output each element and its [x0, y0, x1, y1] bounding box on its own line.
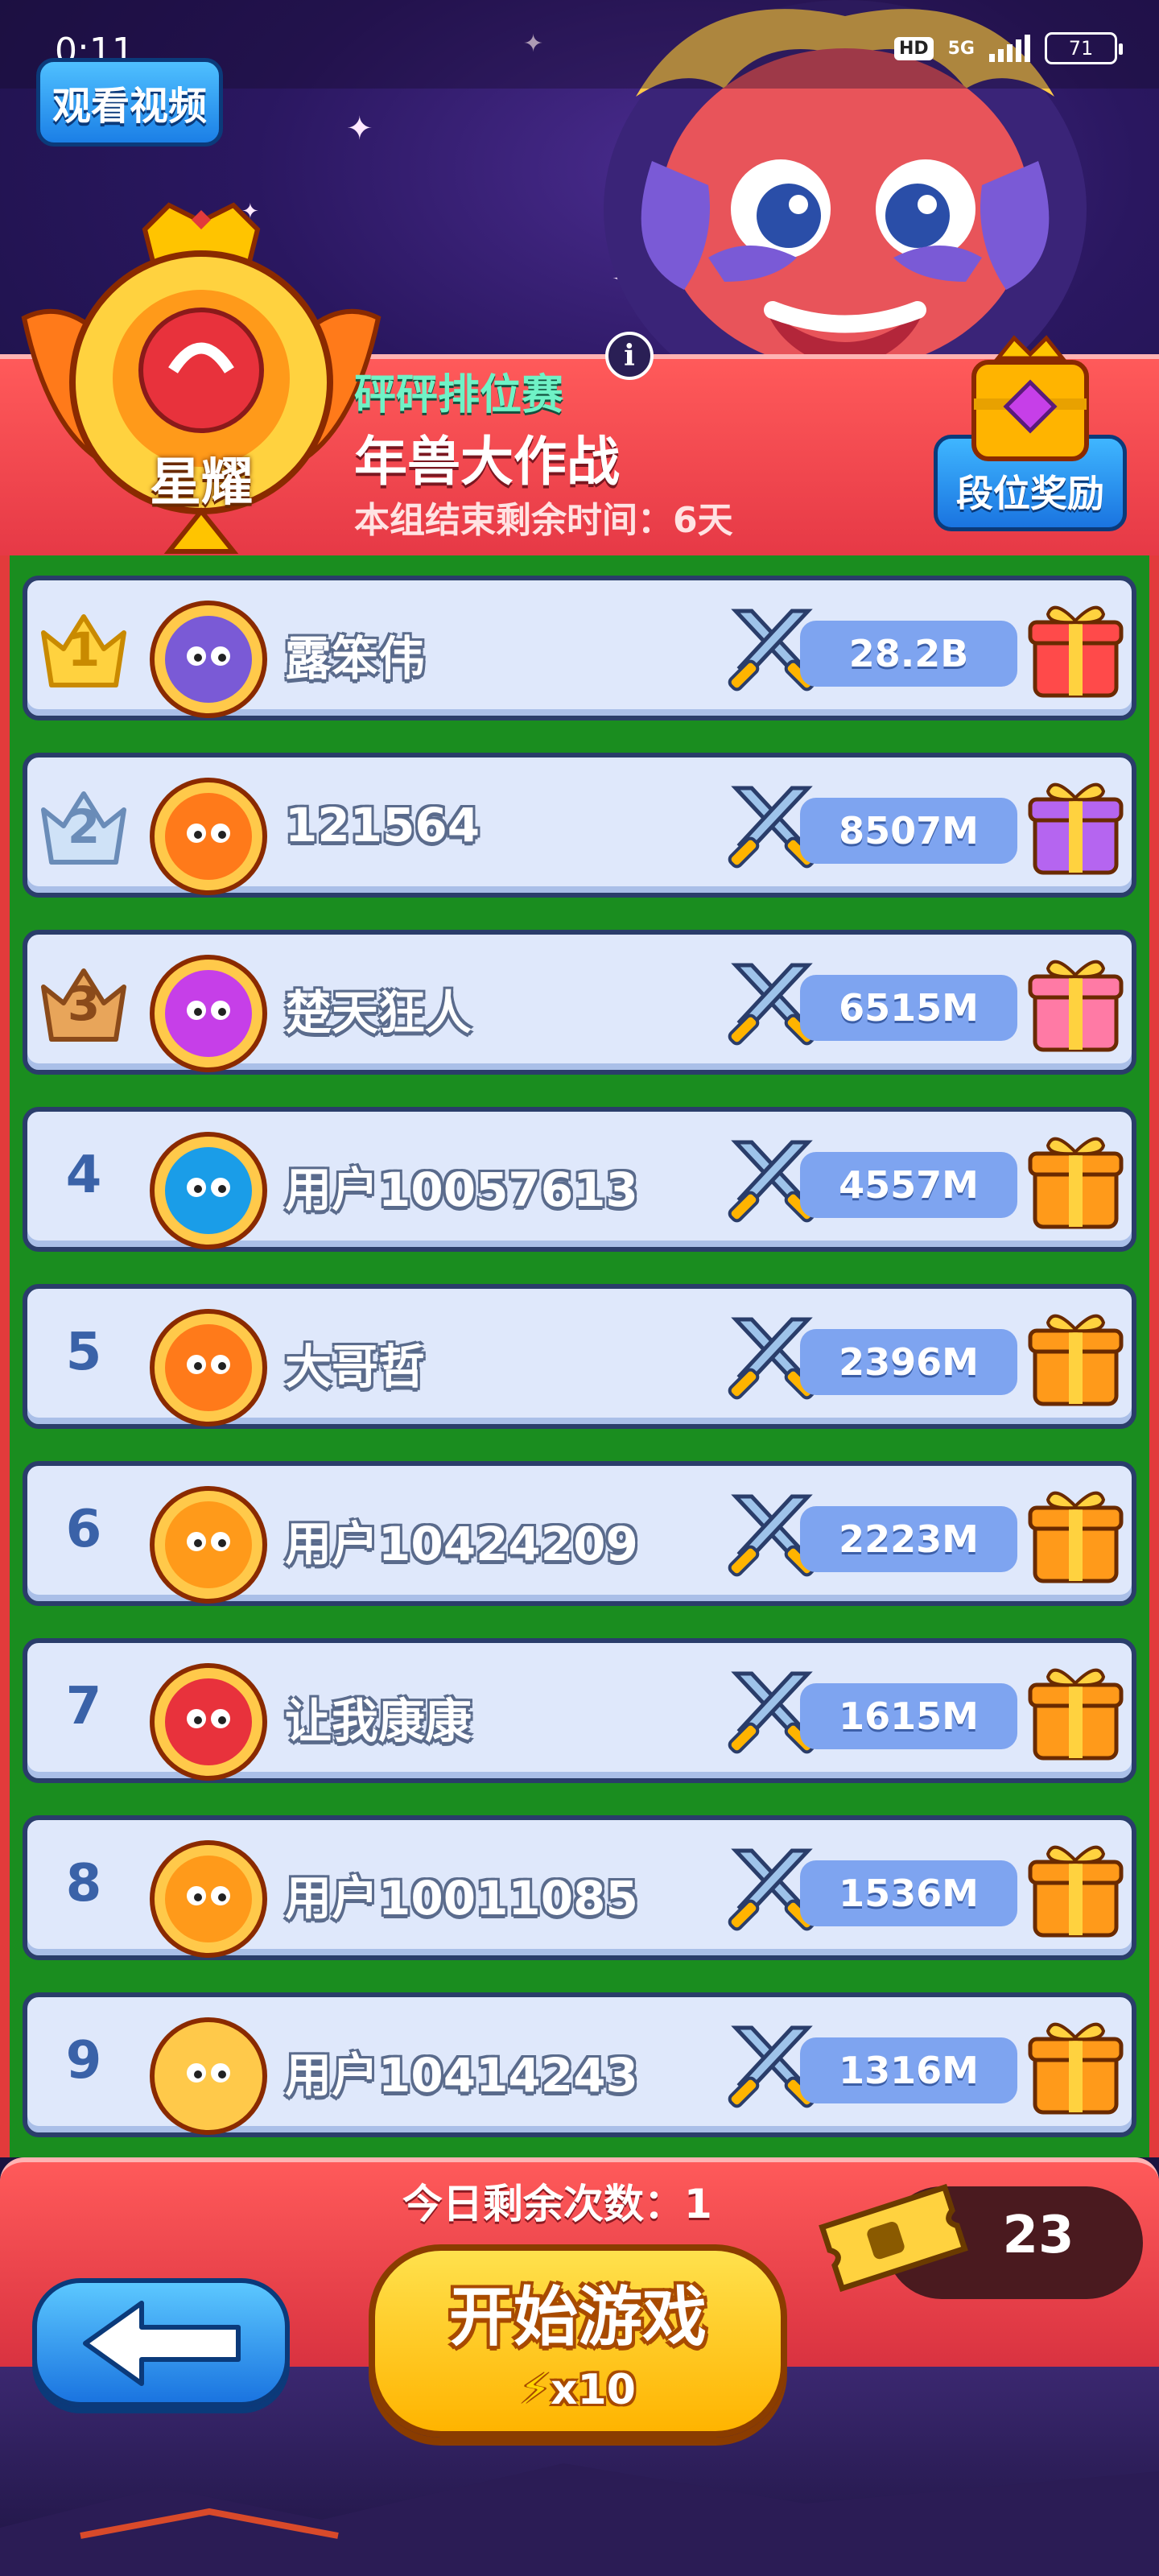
leaderboard-row[interactable]: 9 用户10414243 1316M	[23, 1992, 1136, 2137]
start-game-label: 开始游戏	[449, 2280, 707, 2355]
gift-box-icon[interactable]	[1025, 1482, 1126, 1587]
score-pill: 8507M	[800, 798, 1017, 864]
rank-number: 8	[65, 1854, 102, 1913]
player-score: 1615M	[839, 1695, 979, 1738]
player-avatar[interactable]	[140, 1471, 277, 1608]
score-pill: 1536M	[800, 1860, 1017, 1926]
player-name: 楚天狂人	[285, 985, 472, 1040]
rank-number: 1	[67, 622, 101, 677]
event-title: 年兽大作战	[354, 431, 620, 493]
leaderboard-row[interactable]: 6 用户10424209 2223M	[23, 1461, 1136, 1606]
rank-number: 2	[67, 799, 101, 854]
player-avatar[interactable]	[140, 1648, 277, 1785]
player-score: 2396M	[839, 1340, 979, 1384]
player-name: 用户10424209	[285, 1517, 638, 1571]
player-score: 28.2B	[848, 632, 969, 675]
rank-number: 7	[65, 1677, 102, 1736]
leaderboard-row[interactable]: 4 用户10057613 4557M	[23, 1107, 1136, 1252]
leaderboard-row[interactable]: 3 楚天狂人 6515M	[23, 930, 1136, 1075]
start-game-button[interactable]: 开始游戏 ⚡x10	[369, 2244, 787, 2438]
leaderboard-row[interactable]: 2 121564 8507M	[23, 753, 1136, 898]
score-pill: 6515M	[800, 975, 1017, 1041]
rank-number: 6	[65, 1500, 102, 1559]
watch-video-button[interactable]: 观看视频	[36, 58, 223, 147]
score-pill: 4557M	[800, 1152, 1017, 1218]
crown-rank-wrap: 3	[35, 959, 132, 1047]
crown-rank-wrap: 2	[35, 782, 132, 870]
signal-icon	[989, 35, 1030, 62]
sparkle-icon: ✦	[346, 110, 373, 147]
player-avatar[interactable]	[140, 1825, 277, 1962]
player-score: 1316M	[839, 2049, 979, 2092]
player-score: 6515M	[839, 986, 979, 1030]
score-pill: 1316M	[800, 2037, 1017, 2103]
rank-number: 5	[65, 1323, 102, 1382]
score-pill: 1615M	[800, 1683, 1017, 1749]
leaderboard-row[interactable]: 1 露笨伟 28.2B	[23, 576, 1136, 720]
gift-box-icon[interactable]	[1025, 1128, 1126, 1232]
player-name: 让我康康	[285, 1694, 472, 1748]
player-avatar[interactable]	[140, 1117, 277, 1253]
back-button[interactable]	[32, 2278, 290, 2407]
ticket-count: 23	[1002, 2206, 1074, 2265]
gift-box-icon[interactable]	[1025, 1305, 1126, 1410]
player-name: 用户10011085	[285, 1871, 638, 1926]
hd-icon: HD	[893, 36, 934, 60]
player-score: 2223M	[839, 1517, 979, 1561]
rank-number: 4	[65, 1146, 102, 1205]
score-pill: 28.2B	[800, 621, 1017, 687]
player-score: 1536M	[839, 1872, 979, 1915]
gift-box-icon[interactable]	[1025, 2013, 1126, 2118]
rank-tier-label: 星耀	[150, 453, 253, 513]
player-avatar[interactable]	[140, 1294, 277, 1430]
leaderboard-row[interactable]: 5 大哥哲 2396M	[23, 1284, 1136, 1429]
player-score: 4557M	[839, 1163, 979, 1207]
player-name: 用户10057613	[285, 1162, 638, 1217]
time-remaining: 本组结束剩余时间：6天	[354, 500, 733, 541]
event-subtitle: 砰砰排位赛	[354, 371, 564, 419]
score-pill: 2396M	[800, 1329, 1017, 1395]
player-avatar[interactable]	[140, 585, 277, 722]
player-avatar[interactable]	[140, 939, 277, 1076]
gift-box-icon[interactable]	[1025, 951, 1126, 1055]
player-name: 121564	[285, 798, 481, 852]
energy-bolt-icon: ⚡	[520, 2363, 551, 2414]
player-name: 用户10414243	[285, 2048, 638, 2103]
start-cost-value: x10	[551, 2366, 636, 2414]
gift-box-icon[interactable]	[1025, 774, 1126, 878]
battery-icon: 71	[1045, 32, 1123, 64]
rank-number: 9	[65, 2031, 102, 2091]
player-name: 大哥哲	[285, 1340, 426, 1394]
player-score: 8507M	[839, 809, 979, 852]
status-indicators: HD 5G 71	[893, 32, 1123, 64]
ticket-icon	[819, 2183, 968, 2293]
player-avatar[interactable]	[140, 762, 277, 899]
info-icon[interactable]: i	[605, 332, 654, 380]
network-type: 5G	[947, 38, 975, 59]
remaining-plays-text: 今日剩余次数：1	[402, 2181, 712, 2227]
back-arrow-icon	[83, 2301, 241, 2386]
gift-box-icon[interactable]	[1025, 597, 1126, 701]
rank-reward-label: 段位奖励	[956, 472, 1104, 515]
player-name: 露笨伟	[285, 631, 426, 686]
treasure-chest-icon	[971, 335, 1089, 461]
player-avatar[interactable]	[140, 2002, 277, 2139]
gift-box-icon[interactable]	[1025, 1659, 1126, 1764]
leaderboard-row[interactable]: 8 用户10011085 1536M	[23, 1815, 1136, 1960]
gift-box-icon[interactable]	[1025, 1836, 1126, 1941]
leaderboard-row[interactable]: 7 让我康康 1615M	[23, 1638, 1136, 1783]
start-cost: ⚡x10	[375, 2363, 781, 2414]
score-pill: 2223M	[800, 1506, 1017, 1572]
crown-rank-wrap: 1	[35, 605, 132, 693]
rank-number: 3	[67, 976, 101, 1031]
